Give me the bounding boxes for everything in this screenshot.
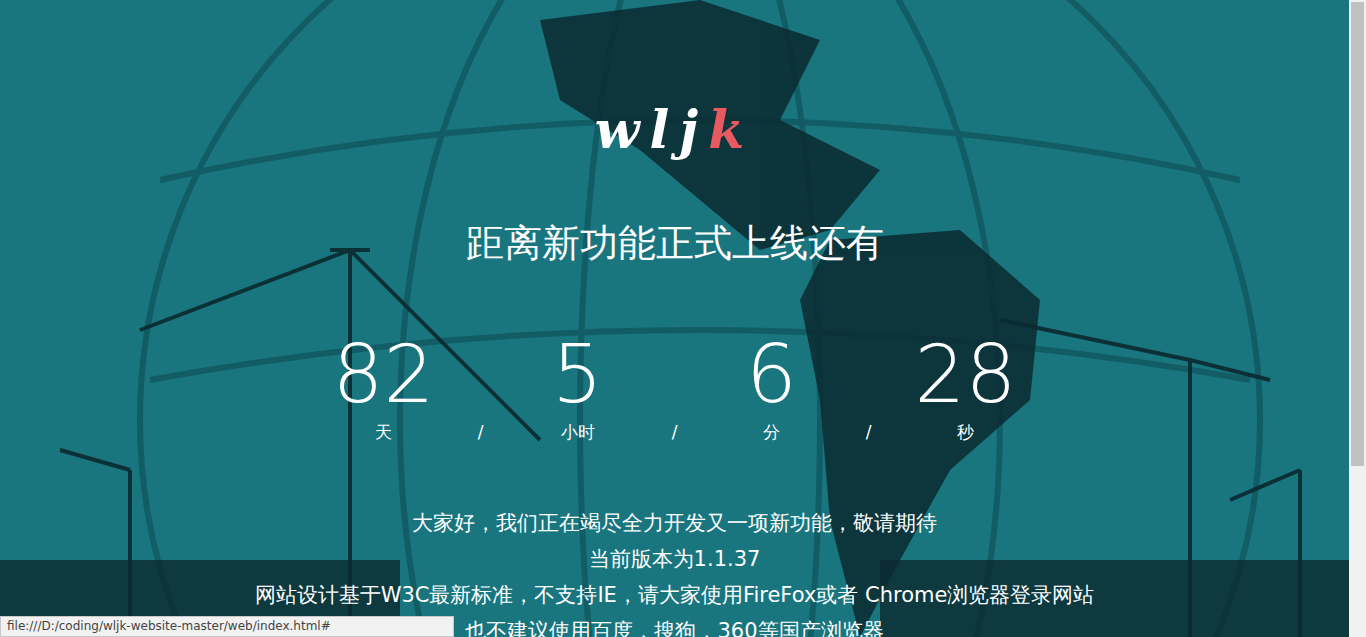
countdown: 82 天/ 5 小时/ 6 分/ 28 秒: [329, 333, 1021, 443]
message-line: 网站设计基于W3C最新标准，不支持IE，请大家使用FireFox或者 Chrom…: [255, 577, 1095, 613]
countdown-separator: /: [439, 421, 523, 443]
browser-viewport: wljk 距离新功能正式上线还有 82 天/ 5 小时/ 6 分/ 28 秒 大…: [0, 0, 1366, 637]
status-bar: file:///D:/coding/wljk-website-master/we…: [0, 616, 454, 637]
logo-accent: k: [708, 99, 754, 160]
content-column: wljk 距离新功能正式上线还有 82 天/ 5 小时/ 6 分/ 28 秒 大…: [0, 0, 1349, 637]
countdown-value: 5: [552, 333, 603, 417]
message-line: 大家好，我们正在竭尽全力开发又一项新功能，敬请期待: [412, 505, 937, 541]
countdown-value: 82: [333, 333, 435, 417]
countdown-label: 小时: [561, 421, 595, 443]
countdown-separator: /: [633, 421, 717, 443]
countdown-label: 秒: [957, 421, 974, 443]
countdown-unit: 28 秒: [911, 333, 1021, 443]
countdown-label: 分: [763, 421, 780, 443]
countdown-value: 6: [746, 333, 797, 417]
countdown-value: 28: [915, 333, 1017, 417]
globe-construction-backdrop: [0, 0, 1349, 637]
heading: 距离新功能正式上线还有: [466, 218, 884, 268]
scrollbar-thumb[interactable]: [1351, 2, 1364, 466]
logo[interactable]: wljk: [595, 95, 754, 165]
coming-soon-page: wljk 距离新功能正式上线还有 82 天/ 5 小时/ 6 分/ 28 秒 大…: [0, 0, 1349, 637]
countdown-separator: /: [827, 421, 911, 443]
countdown-unit: 6 分: [717, 333, 827, 443]
countdown-unit: 82 天: [329, 333, 439, 443]
countdown-label: 天: [375, 421, 392, 443]
countdown-unit: 5 小时: [523, 333, 633, 443]
message-line: 也不建议使用百度，搜狗，360等国产浏览器: [465, 613, 883, 637]
logo-text: wlj: [595, 99, 708, 160]
scrollbar[interactable]: [1349, 0, 1366, 637]
message-line: 当前版本为1.1.37: [589, 541, 761, 577]
